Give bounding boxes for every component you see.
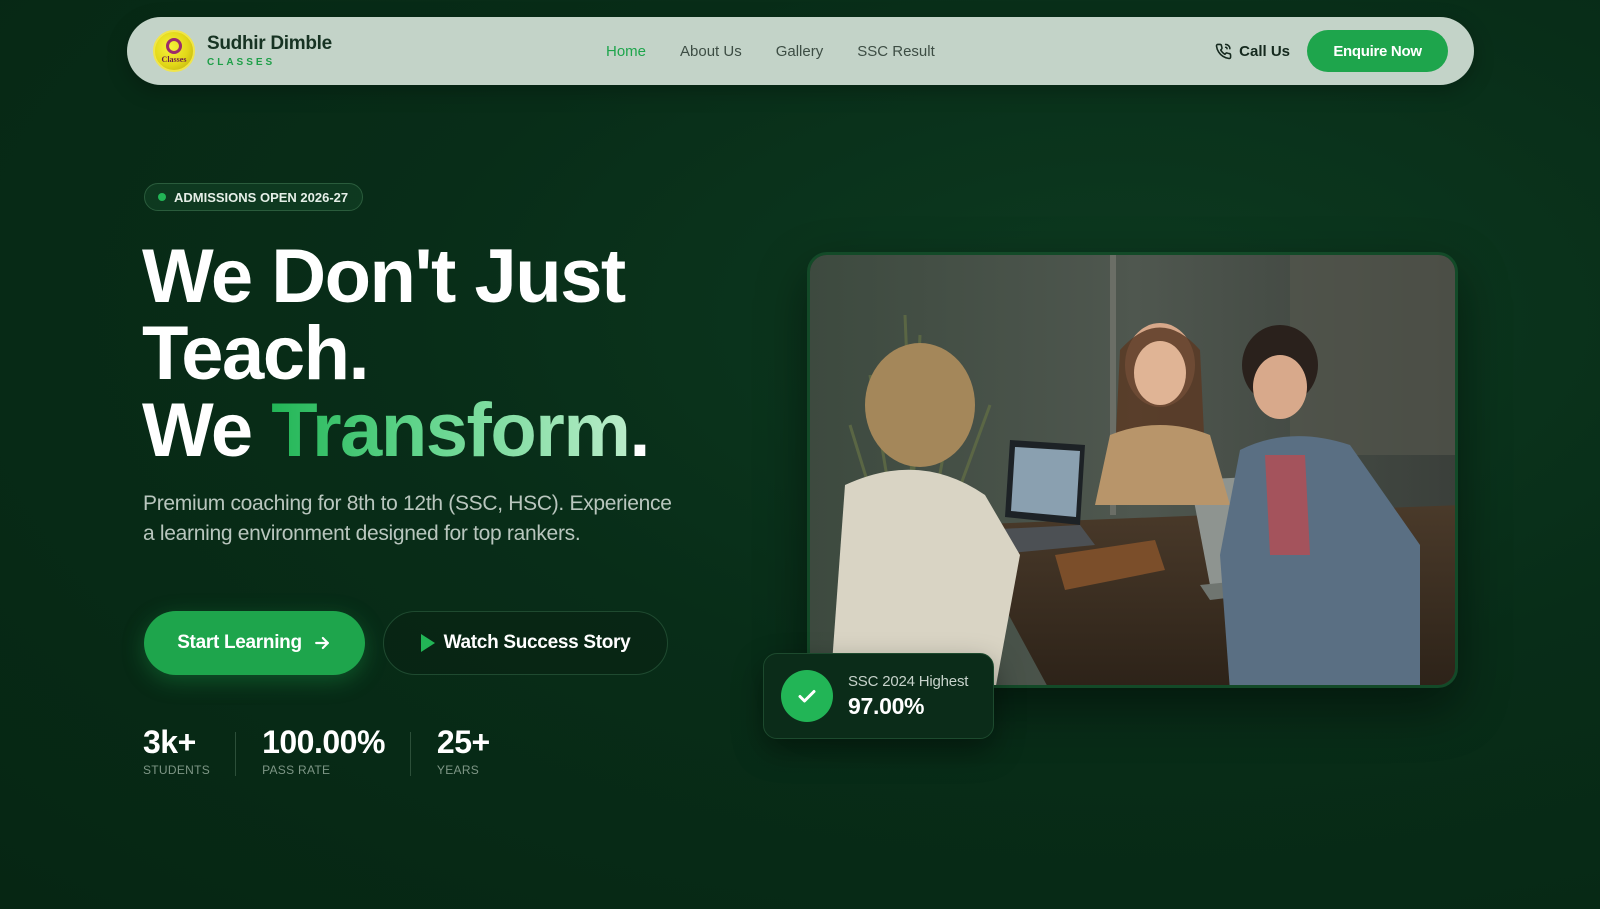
hero-description: Premium coaching for 8th to 12th (SSC, H…	[143, 492, 672, 545]
stat-value: 3k+	[143, 724, 196, 760]
nav-links: Home About Us Gallery SSC Result	[606, 17, 969, 85]
brand-subtitle: CLASSES	[207, 57, 276, 68]
logo-icon: Classes	[153, 30, 195, 72]
hero-headline: We Don't Just Teach. We Transform.	[142, 238, 762, 469]
nav-link-gallery[interactable]: Gallery	[776, 43, 824, 60]
headline-line-3-end: .	[629, 388, 650, 473]
headline-line-3-plain: We	[142, 388, 272, 473]
students-photo-illustration	[810, 255, 1455, 685]
score-card: SSC 2024 Highest 97.00%	[763, 653, 994, 739]
phone-icon	[1215, 43, 1232, 59]
check-icon	[781, 670, 833, 722]
stat-divider	[409, 732, 411, 776]
enquire-now-button[interactable]: Enquire Now	[1307, 30, 1448, 72]
score-label: SSC 2024 Highest	[848, 672, 969, 690]
headline-line-2: Teach.	[142, 311, 370, 396]
start-learning-label: Start Learning	[177, 632, 302, 653]
stat-label: STUDENTS	[143, 763, 211, 777]
status-dot-icon	[158, 193, 166, 201]
brand-name: Sudhir Dimble	[207, 33, 332, 54]
nav-actions: Call Us Enquire Now	[1215, 17, 1448, 85]
admissions-badge: ADMISSIONS OPEN 2026-27	[144, 183, 364, 211]
brand: Sudhir Dimble CLASSES	[207, 34, 332, 68]
hero-photo	[807, 252, 1458, 688]
brand-logo-link[interactable]: Classes Sudhir Dimble CLASSES	[153, 30, 332, 72]
headline-highlight: Transform	[271, 388, 631, 473]
stat-students: 3k+ STUDENTS	[143, 726, 235, 777]
nav-link-about[interactable]: About Us	[680, 43, 742, 60]
start-learning-button[interactable]: Start Learning	[144, 611, 365, 675]
stat-label: PASS RATE	[262, 763, 331, 777]
call-us-link[interactable]: Call Us	[1215, 43, 1290, 60]
nav-link-ssc-result[interactable]: SSC Result	[857, 43, 935, 60]
stat-value: 100.00%	[262, 724, 385, 760]
stat-value: 25+	[436, 724, 490, 760]
navbar: Classes Sudhir Dimble CLASSES Home About…	[127, 17, 1474, 85]
call-us-label: Call Us	[1239, 42, 1290, 60]
play-icon	[420, 634, 435, 652]
stat-pass-rate: 100.00% PASS RATE	[262, 726, 410, 777]
watch-success-story-button[interactable]: Watch Success Story	[383, 611, 668, 675]
score-text: SSC 2024 Highest 97.00%	[848, 673, 968, 720]
stat-label: YEARS	[436, 763, 480, 777]
stat-years: 25+ YEARS	[437, 726, 515, 777]
nav-link-home[interactable]: Home	[606, 43, 646, 60]
score-value: 97.00%	[848, 692, 925, 719]
admissions-badge-label: ADMISSIONS OPEN 2026-27	[174, 189, 349, 205]
stat-divider	[235, 732, 237, 776]
arrow-right-icon	[314, 636, 329, 650]
headline-line-1: We Don't Just	[142, 234, 626, 319]
watch-success-story-label: Watch Success Story	[443, 632, 631, 653]
stats-row: 3k+ STUDENTS 100.00% PASS RATE 25+ YEARS	[143, 726, 515, 777]
